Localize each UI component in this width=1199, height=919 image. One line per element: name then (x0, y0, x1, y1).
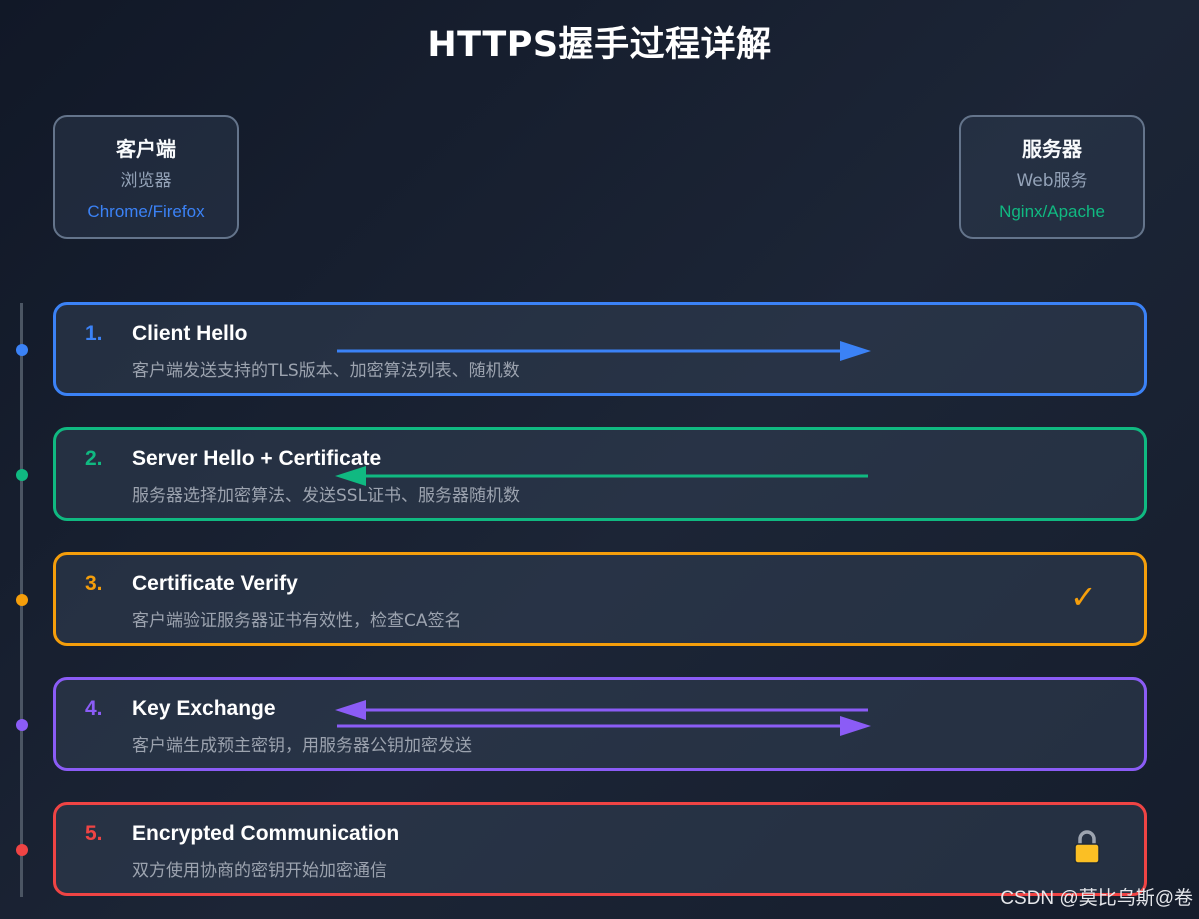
server-tech: Nginx/Apache (999, 202, 1105, 221)
watermark: CSDN @莫比乌斯@卷 (1000, 888, 1193, 909)
step-description: 双方使用协商的密钥开始加密通信 (132, 861, 387, 881)
timeline-dot (16, 344, 28, 356)
client-title: 客户端 (116, 137, 176, 161)
timeline-dot (16, 844, 28, 856)
step-number: 3. (85, 572, 103, 595)
step-number: 5. (85, 822, 103, 845)
bidirectional-arrow-icon (335, 700, 871, 736)
timeline-dot (16, 469, 28, 481)
step-title: Certificate Verify (132, 572, 298, 595)
check-icon: ✓ (1070, 578, 1097, 616)
client-tech: Chrome/Firefox (87, 202, 205, 221)
timeline-dot (16, 719, 28, 731)
step-description: 客户端验证服务器证书有效性，检查CA签名 (132, 611, 462, 631)
step-server-hello: 2. Server Hello + Certificate 服务器选择加密算法、… (53, 427, 1147, 521)
page-title: HTTPS握手过程详解 (427, 25, 772, 65)
client-subtitle: 浏览器 (120, 171, 172, 191)
step-encrypted-communication: 5. Encrypted Communication 双方使用协商的密钥开始加密… (53, 802, 1147, 896)
server-title: 服务器 (1022, 137, 1082, 161)
arrow-left-icon (335, 466, 868, 486)
step-client-hello: 1. Client Hello 客户端发送支持的TLS版本、加密算法列表、随机数 (53, 302, 1147, 396)
lock-icon (1074, 830, 1100, 864)
arrow-right-icon (337, 341, 871, 361)
server-node: 服务器 Web服务 Nginx/Apache (959, 115, 1145, 239)
step-certificate-verify: 3. Certificate Verify 客户端验证服务器证书有效性，检查CA… (53, 552, 1147, 646)
client-node: 客户端 浏览器 Chrome/Firefox (53, 115, 239, 239)
step-key-exchange: 4. Key Exchange 客户端生成预主密钥，用服务器公钥加密发送 (53, 677, 1147, 771)
timeline-dot (16, 594, 28, 606)
server-subtitle: Web服务 (1016, 171, 1088, 191)
step-title: Encrypted Communication (132, 822, 400, 845)
